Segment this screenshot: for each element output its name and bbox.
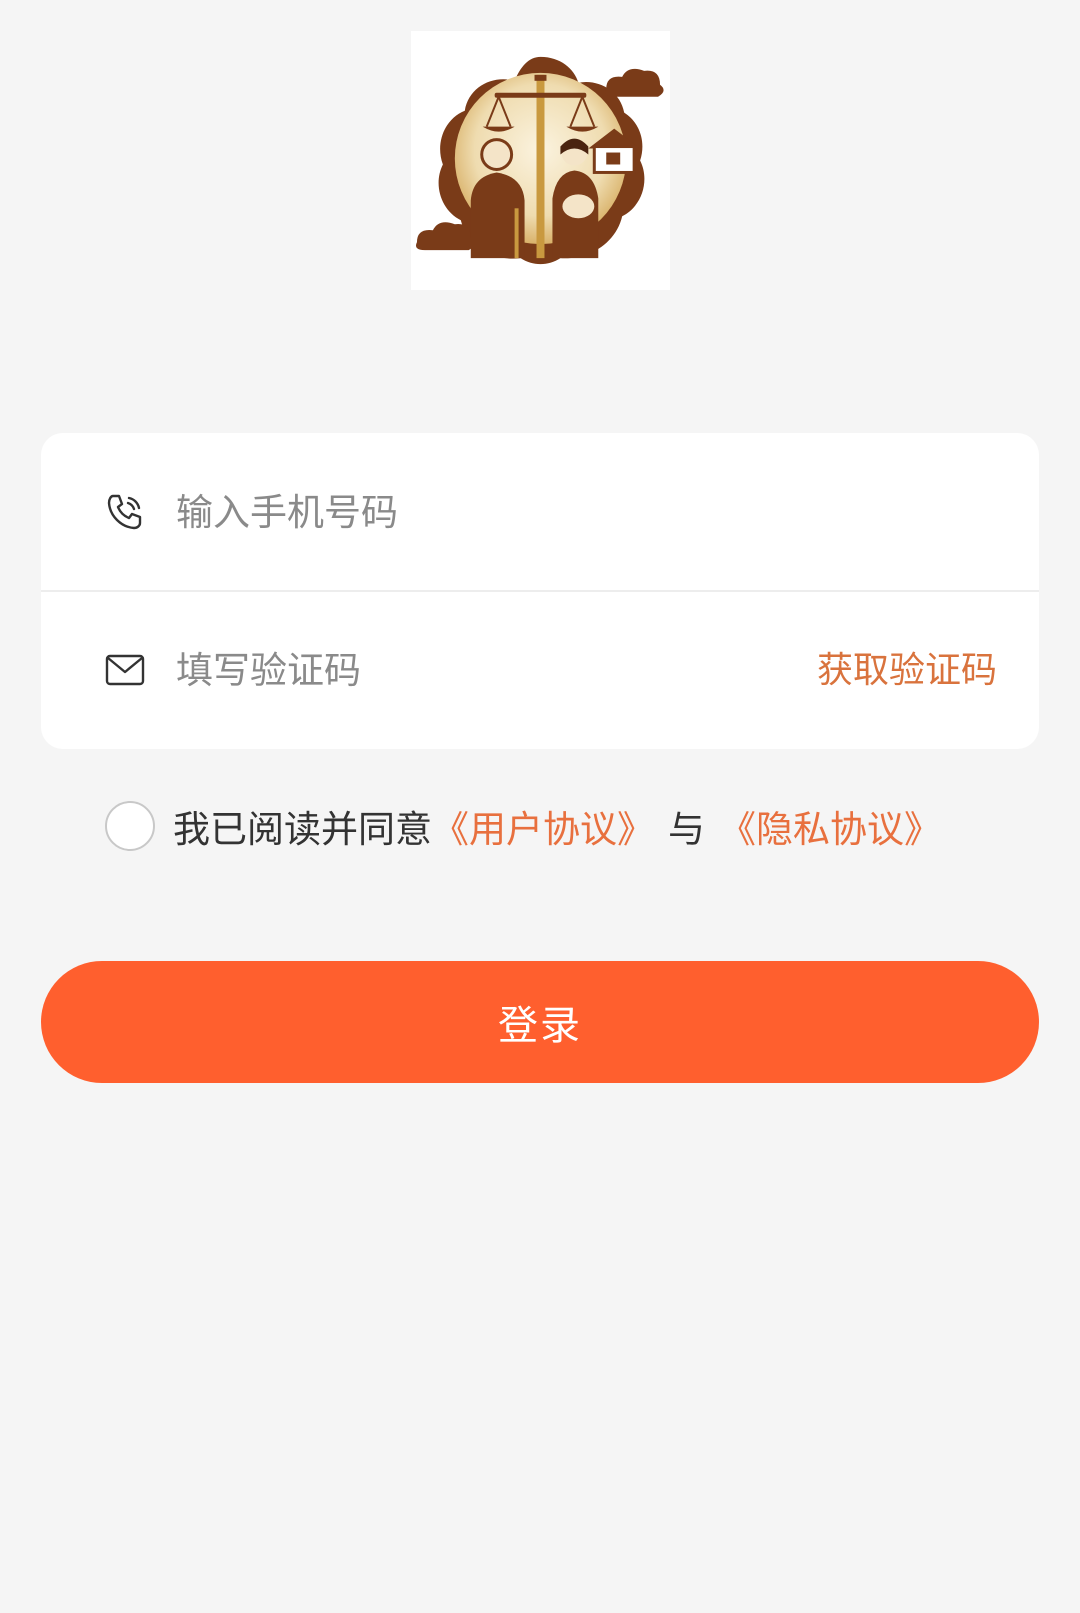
phone-input[interactable] <box>176 482 976 542</box>
verification-code-input[interactable] <box>176 640 736 700</box>
login-form-card: 获取验证码 <box>41 433 1039 749</box>
family-justice-logo-icon <box>415 56 664 265</box>
agreement-prefix: 我已阅读并同意 <box>173 808 432 851</box>
agreement-separator: 与 <box>668 808 705 851</box>
login-page: 获取验证码 我已阅读并同意 《用户协议》 与 《隐私协议》 登录 <box>0 0 1080 1613</box>
mail-icon <box>103 648 147 692</box>
phone-row <box>41 433 1039 590</box>
agreement-checkbox[interactable] <box>105 801 155 851</box>
get-code-button[interactable]: 获取验证码 <box>817 645 997 697</box>
user-agreement-link[interactable]: 《用户协议》 <box>432 799 654 853</box>
login-button[interactable]: 登录 <box>41 961 1039 1083</box>
app-logo <box>411 31 670 290</box>
agreement-row: 我已阅读并同意 《用户协议》 与 《隐私协议》 <box>105 796 941 856</box>
code-row: 获取验证码 <box>41 592 1039 749</box>
privacy-agreement-link[interactable]: 《隐私协议》 <box>719 799 941 853</box>
phone-icon <box>103 490 147 534</box>
